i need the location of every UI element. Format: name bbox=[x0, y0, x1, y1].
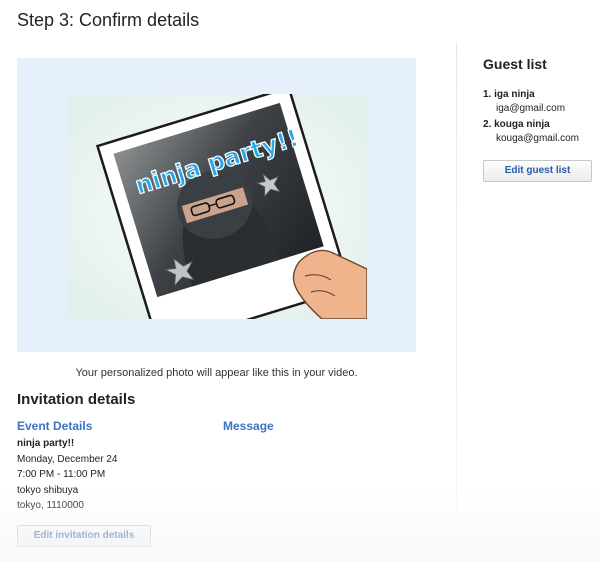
message-heading: Message bbox=[223, 419, 274, 433]
column-divider bbox=[456, 42, 457, 561]
event-location: tokyo shibuya bbox=[17, 484, 79, 496]
event-details-heading: Event Details bbox=[17, 419, 93, 433]
guest-email: kouga@gmail.com bbox=[496, 133, 579, 144]
guest-list-heading: Guest list bbox=[483, 56, 547, 72]
personalized-photo: ninja party!! bbox=[67, 94, 367, 319]
guest-list: 1. iga ninja iga@gmail.com 2. kouga ninj… bbox=[483, 88, 579, 148]
guest-name: 2. kouga ninja bbox=[483, 119, 550, 130]
edit-invitation-details-button[interactable]: Edit invitation details bbox=[17, 525, 151, 547]
list-item: 1. iga ninja iga@gmail.com bbox=[483, 88, 579, 116]
photo-caption: Your personalized photo will appear like… bbox=[75, 367, 358, 379]
event-name: ninja party!! bbox=[17, 438, 75, 449]
edit-guest-list-button[interactable]: Edit guest list bbox=[483, 160, 592, 182]
photo-preview-panel: ninja party!! bbox=[17, 58, 416, 352]
list-item: 2. kouga ninja kouga@gmail.com bbox=[483, 118, 579, 146]
event-time: 7:00 PM - 11:00 PM bbox=[17, 469, 106, 480]
guest-email: iga@gmail.com bbox=[496, 103, 566, 114]
invitation-details-heading: Invitation details bbox=[17, 391, 136, 408]
event-details: ninja party!! Monday, December 24 7:00 P… bbox=[17, 436, 117, 514]
page-title: Step 3: Confirm details bbox=[17, 10, 200, 30]
polaroid-illustration: ninja party!! bbox=[67, 94, 367, 319]
event-city: tokyo, 1110000 bbox=[17, 500, 84, 511]
guest-name: 1. iga ninja bbox=[483, 89, 535, 100]
event-date: Monday, December 24 bbox=[17, 453, 118, 465]
